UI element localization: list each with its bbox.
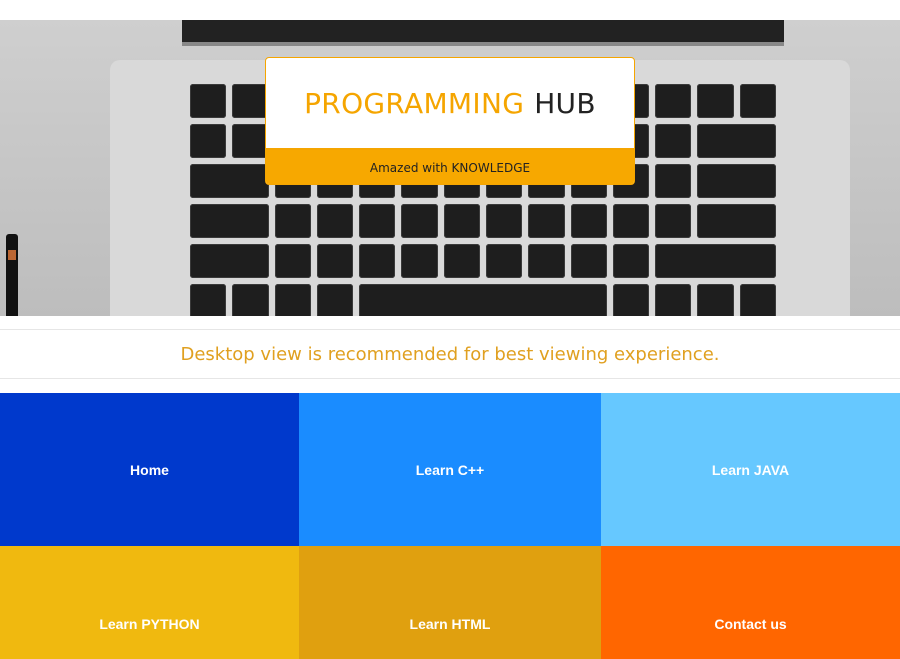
logo-title-programming: PROGRAMMING: [304, 86, 525, 120]
nav-tiles: Home Learn C++ Learn JAVA Learn PYTHON L…: [0, 393, 900, 659]
tile-learn-cpp[interactable]: Learn C++: [299, 393, 601, 546]
notice-bar: Desktop view is recommended for best vie…: [0, 329, 900, 379]
tile-learn-html[interactable]: Learn HTML: [299, 546, 601, 659]
site-logo[interactable]: PROGRAMMING HUB Amazed with KNOWLEDGE: [265, 57, 635, 185]
laptop-screen-edge: [182, 20, 784, 46]
tile-learn-java[interactable]: Learn JAVA: [601, 393, 900, 546]
tile-home[interactable]: Home: [0, 393, 299, 546]
tile-learn-python[interactable]: Learn PYTHON: [0, 546, 299, 659]
pen-image: [6, 234, 18, 316]
tile-contact-us[interactable]: Contact us: [601, 546, 900, 659]
logo-tagline: Amazed with KNOWLEDGE: [266, 150, 634, 184]
notice-text: Desktop view is recommended for best vie…: [180, 343, 720, 365]
logo-title-hub: HUB: [534, 86, 596, 120]
logo-title: PROGRAMMING HUB: [266, 58, 634, 150]
